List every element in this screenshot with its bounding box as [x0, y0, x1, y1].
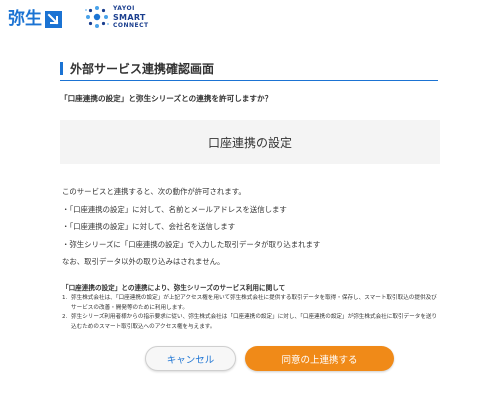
description-line: ・弥生シリーズに「口座連携の設定」で入力した取引データが取り込まれます — [62, 239, 321, 249]
smart-connect-wordmark: YAYOI SMART CONNECT — [113, 5, 149, 30]
header: 弥生 YAYOI SMART CONNECT — [0, 0, 500, 38]
note-item: 2. 弥生シリーズ利用者様からの指示要求に従い、弥生株式会社は「口座連携の設定」… — [62, 313, 442, 332]
page-title-row: 外部サービス連携確認画面 — [60, 58, 440, 78]
cancel-button[interactable]: キャンセル — [145, 346, 236, 371]
note-item: 1. 弥生株式会社は、「口座連携の設定」が上記アクセス権を用いて弥生株式会社に提… — [62, 294, 442, 313]
smart-connect-line1: YAYOI — [113, 4, 135, 12]
service-name-box: 口座連携の設定 — [60, 120, 440, 164]
permission-description: このサービスと連携すると、次の動作が許可されます。 ・「口座連携の設定」に対して… — [62, 183, 442, 271]
smart-connect-line3: CONNECT — [113, 21, 149, 29]
agree-and-connect-button[interactable]: 同意の上連携する — [245, 346, 394, 371]
yayoi-logo-text: 弥生 — [8, 9, 42, 29]
note-text: 弥生シリーズ利用者様からの指示要求に従い、弥生株式会社は「口座連携の設定」に対し… — [71, 314, 438, 330]
smart-connect-line2: SMART — [113, 12, 146, 22]
notes-heading: 「口座連携の設定」との連携により、弥生シリーズのサービス利用に関して — [62, 284, 286, 292]
page-title: 外部サービス連携確認画面 — [70, 61, 215, 76]
description-line: なお、取引データ以外の取り込みはされません。 — [62, 257, 225, 266]
yayoi-arrow-icon — [45, 10, 62, 28]
note-number: 1. — [62, 295, 68, 301]
description-line: ・「口座連携の設定」に対して、名前とメールアドレスを送信します — [62, 204, 287, 214]
description-line: このサービスと連携すると、次の動作が許可されます。 — [62, 187, 246, 196]
note-text: 弥生株式会社は、「口座連携の設定」が上記アクセス権を用いて弥生株式会社に提供する… — [71, 295, 437, 311]
description-line: ・「口座連携の設定」に対して、会社名を送信します — [62, 222, 236, 231]
yayoi-logo: 弥生 — [8, 9, 62, 29]
smart-connect-mark-icon — [85, 6, 109, 28]
service-usage-notes: 「口座連携の設定」との連携により、弥生シリーズのサービス利用に関して 1. 弥生… — [62, 282, 442, 332]
yayoi-smart-connect-logo: YAYOI SMART CONNECT — [84, 4, 149, 30]
note-number: 2. — [62, 314, 68, 320]
permission-question: 「口座連携の設定」と弥生シリーズとの連携を許可しますか？ — [60, 94, 273, 103]
service-name: 口座連携の設定 — [207, 135, 292, 150]
title-divider — [60, 80, 438, 81]
page: 弥生 YAYOI SMART CONNECT 外部サービス連携確認画面 「口座連… — [0, 0, 500, 402]
title-accent-bar — [60, 61, 63, 75]
